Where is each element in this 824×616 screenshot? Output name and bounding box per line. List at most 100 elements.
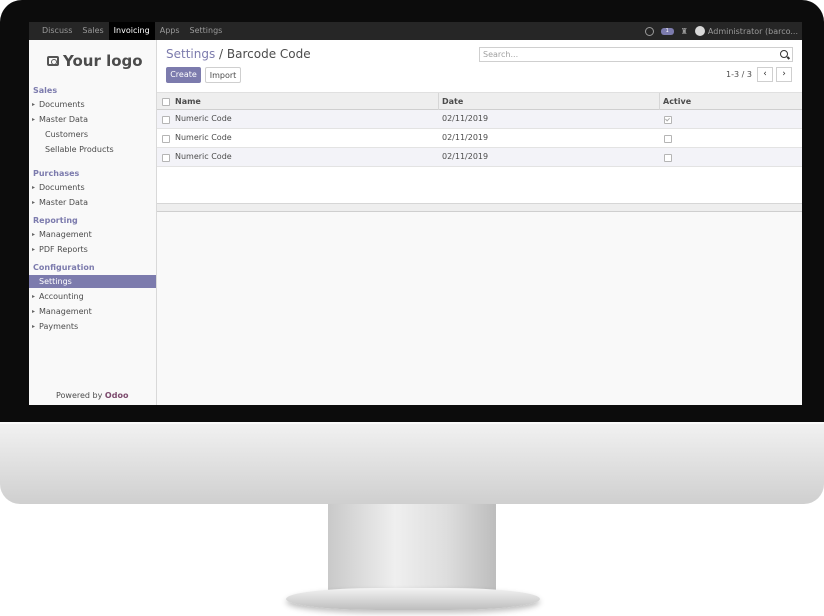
sidebar-item-label: Settings <box>39 277 72 286</box>
import-button[interactable]: Import <box>205 67 241 83</box>
menu-sales[interactable]: Sales <box>77 22 108 40</box>
section-configuration: Configuration <box>33 263 95 272</box>
search-icon[interactable] <box>780 50 788 58</box>
sidebar-item-accounting[interactable]: ▸ Accounting <box>29 290 156 303</box>
table-row[interactable]: Numeric Code 02/11/2019 <box>157 129 802 148</box>
breadcrumb-settings[interactable]: Settings <box>166 47 215 61</box>
cell-date: 02/11/2019 <box>442 114 489 123</box>
menu-apps[interactable]: Apps <box>155 22 185 40</box>
sidebar-item-label: Master Data <box>39 198 88 207</box>
sidebar-item-config-management[interactable]: ▸ Management <box>29 305 156 318</box>
systray: 1 ♜ Administrator (barco... <box>644 22 798 40</box>
top-navbar: Discuss Sales Invoicing Apps Settings 1 … <box>29 22 802 40</box>
active-checkbox <box>664 154 672 162</box>
column-header-date[interactable]: Date <box>442 93 463 110</box>
main-content: Settings / Barcode Code Create Import 1-… <box>157 40 802 405</box>
sidebar-item-label: Management <box>39 307 92 316</box>
sidebar-item-sales-documents[interactable]: ▸ Documents <box>29 98 156 111</box>
table-footer <box>157 203 802 212</box>
section-reporting: Reporting <box>33 216 78 225</box>
company-logo: Your logo <box>47 50 143 72</box>
section-sales: Sales <box>33 86 58 95</box>
sidebar-item-sales-master-data[interactable]: ▸ Master Data <box>29 113 156 126</box>
sidebar-item-label: Payments <box>39 322 79 331</box>
pager-previous-button[interactable]: ‹ <box>757 67 773 82</box>
control-panel: Settings / Barcode Code Create Import 1-… <box>157 40 802 92</box>
search-input[interactable] <box>483 48 773 61</box>
column-divider <box>438 93 439 110</box>
sidebar-item-sellable-products[interactable]: Sellable Products <box>29 143 156 156</box>
cell-date: 02/11/2019 <box>442 133 489 142</box>
table-row[interactable]: Numeric Code 02/11/2019 <box>157 110 802 129</box>
app-screen: Discuss Sales Invoicing Apps Settings 1 … <box>29 22 802 405</box>
monitor-stand-base <box>286 588 540 610</box>
user-menu[interactable]: Administrator (barco... <box>694 26 798 36</box>
pager-value[interactable]: 1-3 / 3 <box>726 70 752 79</box>
powered-by-link[interactable]: Odoo <box>105 391 129 400</box>
menu-settings[interactable]: Settings <box>185 22 228 40</box>
column-header-active[interactable]: Active <box>663 93 691 110</box>
sidebar-item-management[interactable]: ▸ Management <box>29 228 156 241</box>
sidebar-item-label: Customers <box>45 130 89 139</box>
sidebar-item-label: Documents <box>39 100 85 109</box>
sidebar: Your logo Sales ▸ Documents ▸ Master Dat… <box>29 40 157 405</box>
caret-right-icon: ▸ <box>32 308 36 315</box>
sidebar-item-pdf-reports[interactable]: ▸ PDF Reports <box>29 243 156 256</box>
menu-invoicing[interactable]: Invoicing <box>108 22 155 40</box>
cell-name: Numeric Code <box>175 133 232 142</box>
cell-date: 02/11/2019 <box>442 152 489 161</box>
create-button[interactable]: Create <box>166 67 201 83</box>
cell-name: Numeric Code <box>175 152 232 161</box>
powered-by: Powered by Odoo <box>56 391 128 400</box>
breadcrumb-separator: / <box>215 47 227 61</box>
chevron-left-icon: ‹ <box>763 69 767 79</box>
row-select-checkbox[interactable] <box>162 116 170 124</box>
caret-right-icon: ▸ <box>32 246 36 253</box>
pager-next-button[interactable]: › <box>776 67 792 82</box>
chat-icon[interactable]: 1 <box>660 27 674 35</box>
sidebar-item-label: Accounting <box>39 292 84 301</box>
caret-right-icon: ▸ <box>32 184 36 191</box>
logo-text: Your logo <box>63 52 143 70</box>
sidebar-item-label: PDF Reports <box>39 245 88 254</box>
breadcrumb-current: Barcode Code <box>226 47 311 61</box>
activity-clock-icon[interactable] <box>644 26 654 36</box>
empty-area <box>157 212 802 405</box>
row-select-checkbox[interactable] <box>162 154 170 162</box>
monitor-stand <box>328 504 496 592</box>
monitor-chin <box>0 422 824 504</box>
sidebar-item-label: Documents <box>39 183 85 192</box>
sidebar-item-label: Management <box>39 230 92 239</box>
caret-right-icon: ▸ <box>32 101 36 108</box>
caret-right-icon: ▸ <box>32 199 36 206</box>
search-box <box>479 47 793 62</box>
table-header: Name Date Active <box>157 92 802 110</box>
chat-badge: 1 <box>665 27 669 34</box>
menu-discuss[interactable]: Discuss <box>37 22 77 40</box>
section-purchases: Purchases <box>33 169 80 178</box>
avatar <box>694 26 705 36</box>
user-name: Administrator (barco... <box>707 26 798 36</box>
chevron-right-icon: › <box>782 69 786 79</box>
powered-by-text: Powered by <box>56 391 105 400</box>
sidebar-item-purchases-master-data[interactable]: ▸ Master Data <box>29 196 156 209</box>
sidebar-item-customers[interactable]: Customers <box>29 128 156 141</box>
gift-icon[interactable]: ♜ <box>681 27 688 36</box>
main-menu: Discuss Sales Invoicing Apps Settings <box>37 22 227 40</box>
sidebar-item-payments[interactable]: ▸ Payments <box>29 320 156 333</box>
camera-icon <box>47 56 59 66</box>
table-row[interactable]: Numeric Code 02/11/2019 <box>157 148 802 167</box>
caret-right-icon: ▸ <box>32 231 36 238</box>
column-header-name[interactable]: Name <box>175 93 201 110</box>
cell-name: Numeric Code <box>175 114 232 123</box>
row-select-checkbox[interactable] <box>162 135 170 143</box>
caret-right-icon: ▸ <box>32 323 36 330</box>
active-checkbox <box>664 116 672 124</box>
caret-right-icon: ▸ <box>32 293 36 300</box>
active-checkbox <box>664 135 672 143</box>
sidebar-item-purchases-documents[interactable]: ▸ Documents <box>29 181 156 194</box>
sidebar-item-settings[interactable]: Settings <box>29 275 156 288</box>
sidebar-item-label: Master Data <box>39 115 88 124</box>
select-all-checkbox[interactable] <box>162 98 170 106</box>
column-divider <box>659 93 660 110</box>
